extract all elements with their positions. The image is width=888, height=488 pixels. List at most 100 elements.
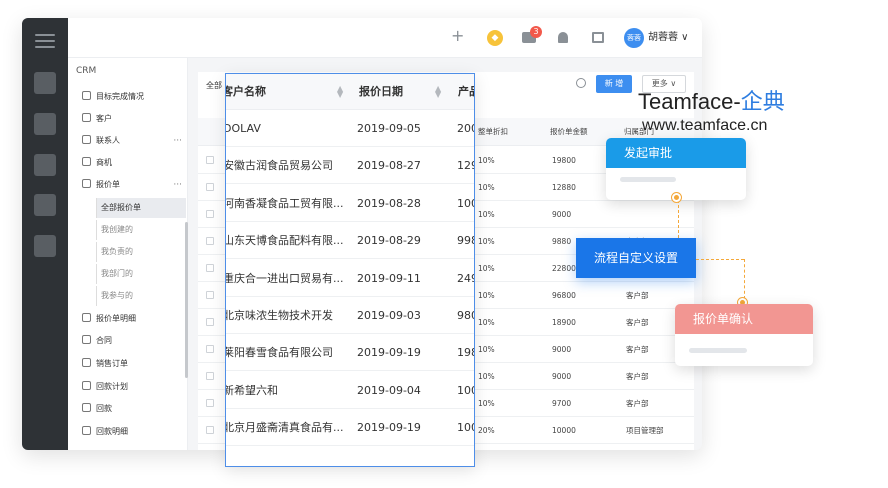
sidebar-item-opportunities[interactable]: 商机 <box>82 154 186 172</box>
row-checkbox[interactable] <box>206 156 214 164</box>
avatar[interactable]: 蓉蓉 <box>624 28 644 48</box>
brand-name-cn: 企典 <box>740 89 785 114</box>
col-amount[interactable]: 报价单金额 <box>550 118 588 146</box>
plan-icon <box>82 381 91 390</box>
app-icon-4[interactable] <box>34 194 56 216</box>
col-customer-name[interactable]: 客户名称 <box>226 74 266 110</box>
table-row[interactable]: 新希望六和 2019-09-04 100 <box>226 372 474 409</box>
cell-discount: 10% <box>478 345 495 354</box>
table-row[interactable]: 北京月盛斋清真食品有... 2019-09-19 100 <box>226 409 474 447</box>
sidebar-item-quote-details[interactable]: 报价单明细 <box>82 310 186 328</box>
cell-customer-name[interactable]: 莱阳春雪食品有限公司 <box>226 334 343 371</box>
tag-icon[interactable]: ◆ <box>487 30 503 46</box>
new-button[interactable]: 新 增 <box>596 75 632 93</box>
row-checkbox[interactable] <box>206 237 214 245</box>
cell-customer-name[interactable]: 安徽古润食品贸易公司 <box>226 147 343 184</box>
sidebar-scrollbar[interactable] <box>185 222 188 378</box>
more-icon[interactable]: ··· <box>173 176 182 194</box>
connector-line <box>744 259 745 299</box>
col-quote-date[interactable]: 报价日期 <box>359 74 403 110</box>
flow-settings-button[interactable]: 流程自定义设置 <box>576 238 696 278</box>
sidebar-item-quotes[interactable]: 报价单 ··· <box>82 176 186 194</box>
sidebar-sub-created[interactable]: 我创建的 <box>96 220 186 240</box>
quote-confirm-card[interactable]: 报价单确认 <box>675 304 813 366</box>
app-icon-3[interactable] <box>34 154 56 176</box>
cell-product: 198 <box>457 346 474 360</box>
sidebar-item-payments[interactable]: 回款 <box>82 400 186 418</box>
bell-icon[interactable] <box>558 32 568 43</box>
sidebar-sub-owned[interactable]: 我负责的 <box>96 242 186 262</box>
start-approval-card[interactable]: 发起审批 <box>606 138 746 200</box>
col-discount[interactable]: 整单折扣 <box>478 118 508 146</box>
row-checkbox[interactable] <box>206 264 214 272</box>
quote-icon <box>82 179 91 188</box>
cell-discount: 10% <box>478 291 495 300</box>
table-row[interactable]: DOLAV 2019-09-05 200 <box>226 110 474 147</box>
sort-icon[interactable]: ▲ ▼ <box>337 85 343 99</box>
brand-name-en: Teamface- <box>638 89 741 114</box>
cell-amount: 12880 <box>552 183 576 192</box>
table-row[interactable]: 莱阳春雪食品有限公司 2019-09-19 198 <box>226 334 474 372</box>
row-checkbox[interactable] <box>206 345 214 353</box>
user-name[interactable]: 胡蓉蓉 ∨ <box>648 31 689 45</box>
row-checkbox[interactable] <box>206 183 214 191</box>
scope-label[interactable]: 全部 <box>206 80 222 91</box>
cell-customer-name[interactable]: 山东天博食品配料有限... <box>226 222 343 259</box>
table-row[interactable]: 北京味浓生物技术开发 2019-09-03 980 <box>226 297 474 334</box>
cell-dept: 客户部 <box>626 372 649 381</box>
add-icon[interactable]: + <box>451 28 464 44</box>
table-row[interactable]: 河南香凝食品工贸有限... 2019-08-28 100 <box>226 185 474 222</box>
app-icon-2[interactable] <box>34 113 56 135</box>
sidebar-item-customers[interactable]: 客户 <box>82 110 186 128</box>
sidebar-item-label: 回款计划 <box>96 382 128 391</box>
cell-customer-name[interactable]: 北京味浓生物技术开发 <box>226 297 343 334</box>
row-checkbox[interactable] <box>206 426 214 434</box>
cell-discount: 10% <box>478 156 495 165</box>
menu-icon[interactable] <box>35 34 55 48</box>
notification-badge: 3 <box>530 26 542 38</box>
cell-customer-name[interactable]: DOLAV <box>226 110 343 147</box>
table-row[interactable]: 重庆合一进出口贸易有... 2019-09-11 249 <box>226 260 474 297</box>
sidebar-sub-department[interactable]: 我部门的 <box>96 264 186 284</box>
cell-discount: 10% <box>478 264 495 273</box>
cell-amount: 18900 <box>552 318 576 327</box>
row-checkbox[interactable] <box>206 372 214 380</box>
sidebar-item-sales-orders[interactable]: 销售订单 <box>82 355 186 373</box>
module-title: CRM <box>76 66 97 76</box>
contact-icon <box>82 135 91 144</box>
brand-url[interactable]: www.teamface.cn <box>642 117 767 135</box>
row-checkbox[interactable] <box>206 399 214 407</box>
contract-icon <box>82 335 91 344</box>
sidebar-item-payment-plan[interactable]: 回款计划 <box>82 378 186 396</box>
table-row[interactable]: 安徽古润食品贸易公司 2019-08-27 129 <box>226 147 474 185</box>
cell-quote-date: 2019-08-28 <box>357 196 421 210</box>
more-icon[interactable]: ··· <box>173 132 182 150</box>
cell-quote-date: 2019-09-11 <box>357 271 421 285</box>
sort-icon[interactable]: ▲ ▼ <box>435 85 441 99</box>
table-row[interactable]: 山东天博食品配料有限... 2019-08-29 998 <box>226 222 474 260</box>
search-icon[interactable] <box>576 78 586 88</box>
cell-customer-name[interactable]: 重庆合一进出口贸易有... <box>226 260 343 297</box>
sidebar-item-contacts[interactable]: 联系人 ··· <box>82 132 186 150</box>
cell-product: 998 <box>457 234 474 248</box>
sidebar-item-label: 回款明细 <box>96 427 128 436</box>
sidebar-item-contracts[interactable]: 合同 <box>82 332 186 350</box>
sidebar-sub-all-quotes[interactable]: 全部报价单 <box>96 198 186 218</box>
cell-customer-name[interactable]: 北京月盛斋清真食品有... <box>226 409 343 446</box>
app-icon-5[interactable] <box>34 235 56 257</box>
sidebar-sub-participated[interactable]: 我参与的 <box>96 286 186 306</box>
payment-icon <box>82 403 91 412</box>
sidebar-item-goals[interactable]: 目标完成情况 <box>82 88 186 106</box>
row-checkbox[interactable] <box>206 291 214 299</box>
cell-customer-name[interactable]: 河南香凝食品工贸有限... <box>226 185 343 222</box>
sidebar-item-payment-details[interactable]: 回款明细 <box>82 423 186 441</box>
connector-dot <box>672 193 681 202</box>
cell-customer-name[interactable]: 新希望六和 <box>226 372 343 409</box>
cell-quote-date: 2019-09-04 <box>357 383 421 397</box>
cell-dept: 客户部 <box>626 291 649 300</box>
app-icon-1[interactable] <box>34 72 56 94</box>
col-product[interactable]: 产品 <box>458 74 474 110</box>
book-icon[interactable] <box>592 32 604 43</box>
row-checkbox[interactable] <box>206 210 214 218</box>
row-checkbox[interactable] <box>206 318 214 326</box>
